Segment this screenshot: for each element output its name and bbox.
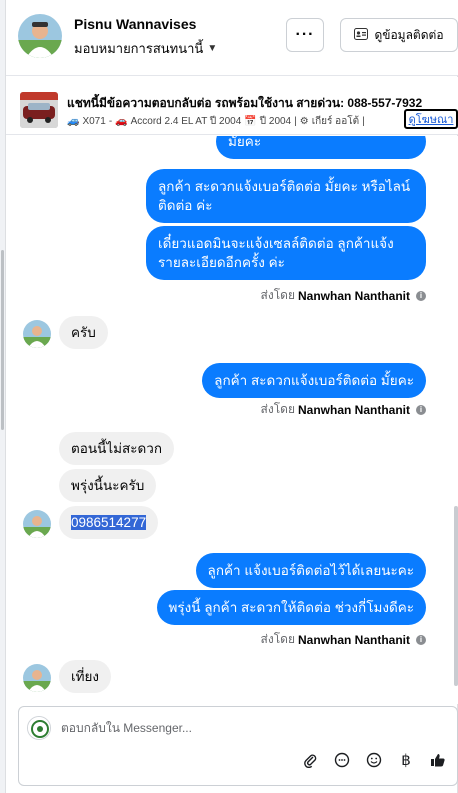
sent-by-prefix: ส่งโดย	[260, 632, 295, 646]
listing-gear: เกียร์ ออโต้	[311, 116, 360, 127]
separator: -	[108, 116, 113, 127]
chevron-down-icon: ▼	[207, 43, 218, 54]
page-logo-icon	[27, 716, 51, 740]
thumbs-up-icon[interactable]	[427, 749, 449, 771]
assign-conversation-dropdown[interactable]: มอบหมายการสนทนานี้ ▼	[74, 38, 217, 59]
outgoing-message[interactable]: ลูกค้า แจ้งเบอร์ติดต่อไว้ได้เลยนะคะ	[195, 553, 426, 588]
view-contact-label: ดูข้อมูลติดต่อ	[374, 27, 444, 42]
avatar[interactable]	[23, 320, 51, 348]
car-icon: 🚗	[115, 116, 128, 127]
incoming-message[interactable]: ครับ	[59, 316, 108, 349]
incoming-message[interactable]: เที่ยง	[59, 660, 112, 693]
info-icon[interactable]: i	[416, 290, 426, 301]
thread-scrollbar[interactable]	[454, 506, 458, 686]
sent-by-prefix: ส่งโดย	[260, 288, 295, 302]
incoming-message[interactable]: 0986514277	[59, 506, 159, 539]
car-thumbnail[interactable]	[20, 92, 58, 128]
calendar-icon: 📅	[244, 116, 257, 127]
more-options-button[interactable]: ···	[286, 18, 324, 52]
sent-by-label: ส่งโดย Nanwhan Nanthanit i	[261, 400, 426, 419]
sent-by-label: ส่งโดย Nanwhan Nanthanit i	[261, 630, 426, 649]
incoming-message[interactable]: ตอนนี้ไม่สะดวก	[59, 432, 175, 465]
view-contact-button[interactable]: ดูข้อมูลติดต่อ	[340, 18, 458, 52]
listing-banner: แชทนี้มีข้อความตอบกลับต่อ รถพร้อมใช้งาน …	[6, 77, 458, 135]
separator: |	[294, 116, 297, 127]
avatar[interactable]	[18, 14, 62, 58]
car-icon: 🚙	[67, 116, 80, 127]
sender-name: Nanwhan Nanthanit	[297, 632, 410, 647]
left-scrollbar[interactable]	[1, 250, 4, 430]
message-thread[interactable]: มั้ยคะ ลูกค้า สะดวกแจ้งเบอร์ติดต่อ มั้ยค…	[6, 136, 458, 704]
listing-model: Accord 2.4 EL AT ปี 2004	[130, 116, 242, 127]
emoji-icon[interactable]	[363, 749, 385, 771]
reply-input[interactable]	[61, 717, 441, 739]
incoming-message[interactable]: พรุ่งนี้นะครับ	[59, 469, 157, 502]
view-ad-link[interactable]: ดูโฆษณา	[404, 109, 458, 129]
contact-name: Pisnu Wannavises	[74, 16, 197, 32]
attach-icon[interactable]	[299, 749, 321, 771]
conversation-header: Pisnu Wannavises มอบหมายการสนทนานี้ ▼ ··…	[6, 0, 458, 76]
message-icon[interactable]	[331, 749, 353, 771]
sent-by-prefix: ส่งโดย	[260, 402, 295, 416]
separator: |	[362, 116, 365, 127]
outgoing-message[interactable]: มั้ยคะ	[216, 136, 426, 159]
assign-label: มอบหมายการสนทนานี้	[74, 41, 204, 56]
selected-text: 0986514277	[71, 515, 147, 530]
sent-by-label: ส่งโดย Nanwhan Nanthanit i	[261, 286, 426, 305]
sender-name: Nanwhan Nanthanit	[297, 288, 410, 303]
info-icon[interactable]: i	[416, 404, 426, 415]
sender-name: Nanwhan Nanthanit	[297, 402, 410, 417]
listing-title: แชทนี้มีข้อความตอบกลับต่อ รถพร้อมใช้งาน …	[67, 96, 423, 110]
baht-icon[interactable]: ฿	[395, 749, 417, 771]
avatar[interactable]	[23, 664, 51, 692]
info-icon[interactable]: i	[416, 634, 426, 645]
gear-icon: ⚙	[299, 116, 309, 127]
outgoing-message[interactable]: ลูกค้า สะดวกแจ้งเบอร์ติดต่อ มั้ยคะ	[202, 363, 426, 398]
outgoing-message[interactable]: ลูกค้า สะดวกแจ้งเบอร์ติดต่อ มั้ยคะ หรือไ…	[146, 169, 426, 223]
listing-year: ปี 2004	[259, 116, 292, 127]
conversation-panel: Pisnu Wannavises มอบหมายการสนทนานี้ ▼ ··…	[6, 0, 458, 793]
outgoing-message[interactable]: เดี๋ยวแอดมินจะแจ้งเซลล์ติดต่อ ลูกค้าแจ้ง…	[146, 226, 426, 280]
listing-meta: 🚙 X071 - 🚗 Accord 2.4 EL AT ปี 2004 📅 ปี…	[67, 114, 365, 129]
listing-code: X071	[82, 116, 106, 127]
outgoing-message[interactable]: พรุ่งนี้ ลูกค้า สะดวกให้ติดต่อ ช่วงกี่โม…	[156, 590, 426, 625]
composer-toolbar: ฿	[299, 749, 449, 771]
avatar[interactable]	[23, 510, 51, 538]
reply-composer: ฿	[18, 706, 458, 786]
contact-card-icon	[354, 27, 369, 43]
